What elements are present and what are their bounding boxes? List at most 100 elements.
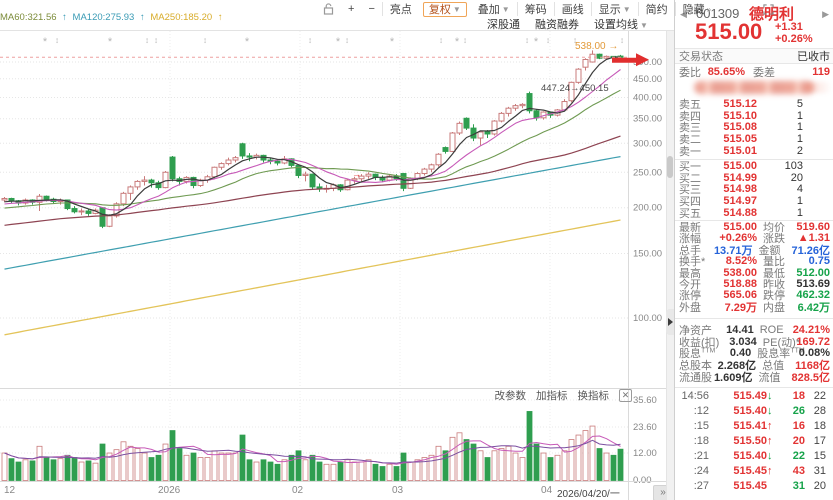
svg-text:↕: ↕ bbox=[345, 35, 349, 45]
tick-time: :15 bbox=[693, 420, 709, 433]
svg-text:↕: ↕ bbox=[145, 35, 149, 45]
last-price: 515.00 bbox=[695, 19, 763, 44]
simple-mode-button[interactable]: 简约 bbox=[637, 2, 675, 16]
level-price: 514.97 bbox=[723, 194, 757, 207]
tick-volume: 43 bbox=[792, 464, 805, 477]
draw-line-button[interactable]: 画线 bbox=[553, 2, 591, 16]
trend-up-icon: ↑ bbox=[139, 12, 148, 23]
expand-icon bbox=[763, 3, 774, 15]
hide-button[interactable]: 隐藏» bbox=[674, 2, 718, 16]
ma-settings-dropdown[interactable]: 设置均线 ▼ bbox=[594, 16, 648, 32]
tick-price: 515.45 bbox=[733, 479, 767, 492]
axis-label-2026: 2026 bbox=[158, 485, 181, 496]
level-volume: 1 bbox=[796, 132, 803, 145]
arrow-down-icon: ↓ bbox=[767, 449, 773, 462]
level-price: 515.10 bbox=[723, 109, 757, 122]
stat-value: 513.69 bbox=[796, 277, 830, 290]
stat-label: 流值 bbox=[758, 371, 781, 384]
stat-value: 538.00 bbox=[723, 266, 757, 279]
next-stock-arrow[interactable]: ▶ bbox=[822, 9, 829, 20]
zoom-out-button[interactable]: − bbox=[361, 2, 381, 16]
tick-row[interactable]: :18 515.50 ↑ 20 17 bbox=[675, 434, 833, 449]
svg-text:35.60: 35.60 bbox=[633, 395, 657, 406]
tick-time: :21 bbox=[693, 449, 709, 462]
level-volume: 1 bbox=[796, 121, 803, 134]
stat-value: 518.88 bbox=[723, 277, 757, 290]
overlay-dropdown[interactable]: 叠加 ▼ bbox=[471, 2, 517, 16]
level-price: 515.00 bbox=[723, 159, 757, 172]
level-volume: 103 bbox=[784, 159, 803, 172]
svg-text:→: → bbox=[352, 169, 361, 179]
tick-row[interactable]: :27 515.45 31 20 bbox=[675, 478, 833, 493]
svg-text:538.00 →: 538.00 → bbox=[575, 41, 618, 52]
stat-value: 828.5亿 bbox=[791, 371, 830, 384]
svg-text:250.00: 250.00 bbox=[633, 167, 662, 178]
candlestick-chart[interactable]: 500.00450.00400.00350.00300.00250.00200.… bbox=[0, 0, 674, 500]
fullscreen-button[interactable] bbox=[756, 2, 781, 16]
level-price: 514.99 bbox=[723, 171, 757, 184]
axis-label-mar: 03 bbox=[392, 485, 404, 496]
lock-icon[interactable] bbox=[316, 2, 341, 16]
close-icon[interactable]: ✕ bbox=[619, 389, 632, 402]
tick-count: 22 bbox=[813, 390, 826, 403]
axis-label-dec: 12 bbox=[4, 485, 16, 496]
stat-value: 519.60 bbox=[796, 220, 830, 233]
tick-volume: 18 bbox=[792, 390, 805, 403]
stat-value: 0.75 bbox=[808, 255, 830, 268]
tick-price: 515.49 bbox=[733, 390, 767, 403]
stat-row: 流通股 1.609亿 流值 828.5亿 bbox=[675, 371, 833, 384]
trade-status-label: 交易状态 bbox=[679, 51, 723, 63]
display-dropdown[interactable]: 显示 ▼ bbox=[590, 2, 638, 16]
zoom-in-button[interactable]: + bbox=[341, 2, 361, 16]
tick-row[interactable]: 14:56 515.49 ↓ 18 22 bbox=[675, 389, 833, 404]
weibi-value: 85.65% bbox=[707, 66, 745, 78]
order-book-buy-row[interactable]: 买五 514.88 1 bbox=[675, 207, 833, 220]
level-price: 515.05 bbox=[723, 132, 757, 145]
arrow-down-icon: ↓ bbox=[767, 390, 773, 403]
svg-text:↕: ↕ bbox=[463, 35, 467, 45]
stat-label: 外盘 bbox=[679, 301, 701, 314]
tick-row[interactable]: :21 515.40 ↓ 22 15 bbox=[675, 448, 833, 463]
switch-indicator-link[interactable]: 换指标 bbox=[578, 388, 610, 403]
svg-text:↕: ↕ bbox=[55, 35, 59, 45]
level-price: 514.98 bbox=[723, 183, 757, 196]
level-price: 515.12 bbox=[723, 97, 757, 110]
svg-text:*: * bbox=[336, 36, 341, 48]
svg-text:150.00: 150.00 bbox=[633, 249, 662, 260]
toolbar-row-secondary: 深股通 融资融券 设置均线 ▼ bbox=[487, 16, 648, 32]
chevron-down-icon: ▼ bbox=[452, 4, 461, 14]
toolbar-row-main: + − 亮点 复权 ▼ 叠加 ▼ 筹码 画线 显示 ▼ 简约 隐藏» bbox=[316, 1, 781, 17]
price-change-pct: +0.26% bbox=[775, 33, 813, 45]
adjust-price-dropdown[interactable]: 复权 ▼ bbox=[422, 1, 467, 17]
svg-text:↕: ↕ bbox=[154, 35, 158, 45]
tick-row[interactable]: :15 515.41 ↑ 16 18 bbox=[675, 419, 833, 434]
svg-text:447.24→450.15: 447.24→450.15 bbox=[541, 83, 609, 94]
level-volume: 20 bbox=[790, 171, 803, 184]
svg-text:450.00: 450.00 bbox=[633, 74, 662, 85]
axis-label-feb: 02 bbox=[292, 485, 304, 496]
stat-value: 512.00 bbox=[796, 266, 830, 279]
chip-distribution-button[interactable]: 筹码 bbox=[516, 2, 554, 16]
tick-count: 17 bbox=[813, 434, 826, 447]
szse-connect-link[interactable]: 深股通 bbox=[487, 16, 520, 32]
blurred-banner bbox=[694, 81, 814, 94]
level-price: 515.01 bbox=[723, 144, 757, 157]
margin-trading-link[interactable]: 融资融券 bbox=[535, 16, 579, 32]
order-book-sell-row[interactable]: 卖一 515.01 2 bbox=[675, 144, 833, 158]
add-indicator-link[interactable]: 加指标 bbox=[536, 388, 568, 403]
stat-value: 24.21% bbox=[792, 323, 830, 336]
arrow-down-icon: ↓ bbox=[767, 405, 773, 418]
arrow-up-icon: ↑ bbox=[767, 420, 773, 433]
blurred-banner-tail bbox=[806, 82, 832, 93]
svg-text:12.00: 12.00 bbox=[633, 448, 657, 459]
change-params-link[interactable]: 改参数 bbox=[495, 388, 527, 403]
tick-row[interactable]: :12 515.40 ↓ 26 28 bbox=[675, 404, 833, 419]
svg-text:350.00: 350.00 bbox=[633, 114, 662, 125]
stat-value: 3.034 bbox=[729, 335, 757, 348]
ma-value-label: MA60:321.56 bbox=[0, 12, 60, 23]
tick-row[interactable]: :24 515.45 ↑ 43 31 bbox=[675, 463, 833, 478]
axis-label-apr: 04 bbox=[541, 485, 553, 496]
highlight-button[interactable]: 亮点 bbox=[381, 2, 419, 16]
time-axis: 12 2026 02 03 04 2026/04/20/一 » bbox=[0, 484, 674, 500]
scrollbar-thumb[interactable] bbox=[667, 156, 673, 178]
